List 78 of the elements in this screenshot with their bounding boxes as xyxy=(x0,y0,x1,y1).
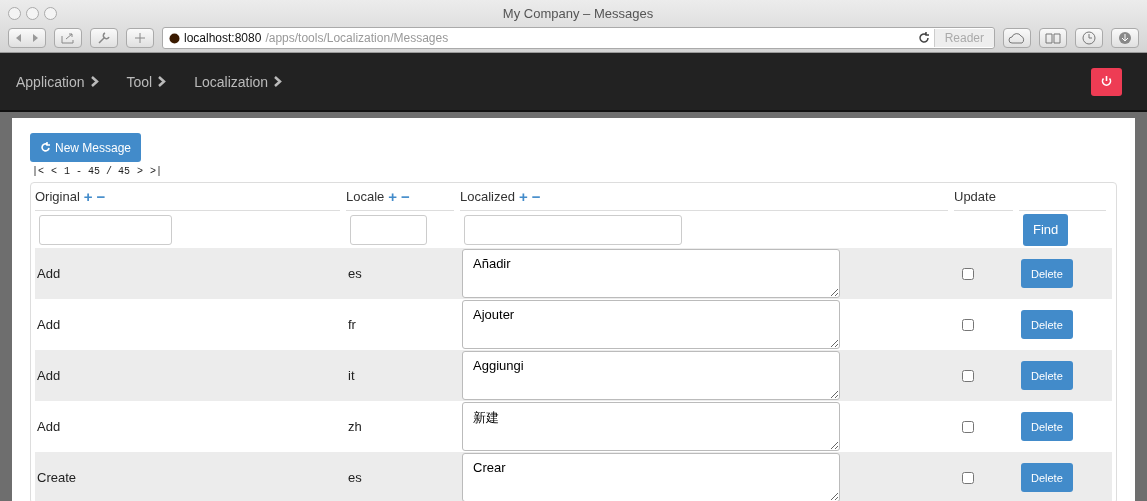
table-cell: Add xyxy=(37,266,61,281)
address-bar[interactable]: localhost:8080 /apps/tools/Localization/Messages Reader xyxy=(162,27,995,49)
url-host: localhost:8080 xyxy=(184,31,262,45)
power-button[interactable] xyxy=(1091,67,1122,96)
cloud-button[interactable] xyxy=(1003,28,1031,48)
translation-field[interactable]: Aggiungi xyxy=(462,351,840,400)
filter-field[interactable] xyxy=(39,214,172,245)
downloads-button[interactable] xyxy=(1111,28,1139,48)
breadcrumb-link[interactable]: Application xyxy=(16,73,99,90)
column-header: Update xyxy=(954,189,996,204)
delete-button[interactable]: Delete xyxy=(1021,259,1073,288)
pager-link[interactable]: 1 - 45 / 45 xyxy=(64,166,131,177)
sort-descending-link[interactable]: − xyxy=(531,188,541,205)
column-header: Localized xyxy=(460,189,515,204)
pager-link[interactable]: |< xyxy=(32,166,44,177)
update-checkbox[interactable] xyxy=(962,420,974,433)
update-checkbox[interactable] xyxy=(962,318,974,331)
update-checkbox[interactable] xyxy=(962,369,974,382)
sort-ascending-link[interactable]: + xyxy=(518,188,528,205)
pager-link[interactable]: > xyxy=(137,166,144,177)
delete-button[interactable]: Delete xyxy=(1021,361,1073,390)
refresh-icon xyxy=(40,142,51,153)
delete-button[interactable]: Delete xyxy=(1021,310,1073,339)
delete-button[interactable]: Delete xyxy=(1021,463,1073,492)
table-cell: Add xyxy=(37,419,61,434)
settings-button[interactable] xyxy=(90,28,118,48)
update-checkbox[interactable] xyxy=(962,267,974,280)
clock-icon xyxy=(1082,31,1096,45)
table-cell: fr xyxy=(348,317,356,332)
table-cell: Create xyxy=(37,470,77,485)
download-icon xyxy=(1118,31,1132,45)
translation-field[interactable]: 新建 xyxy=(462,402,840,451)
table-cell: zh xyxy=(348,419,362,434)
new-message-button[interactable]: New Message xyxy=(30,133,142,162)
reload-icon xyxy=(917,32,930,44)
translation-field[interactable]: Crear xyxy=(462,453,840,501)
share-button[interactable] xyxy=(54,28,82,48)
window-title: My Company – Messages xyxy=(502,5,654,21)
table-cell: it xyxy=(348,368,355,383)
window-control-button[interactable] xyxy=(26,6,39,20)
translation-field[interactable]: Añadir xyxy=(462,249,840,298)
sort-ascending-link[interactable]: + xyxy=(83,188,93,205)
bookmarks-button[interactable] xyxy=(1039,28,1067,48)
table-cell: Add xyxy=(37,368,61,383)
column-header: Locale xyxy=(346,189,385,204)
filter-field[interactable] xyxy=(350,214,427,245)
book-icon xyxy=(1045,32,1061,44)
chevron-icon xyxy=(158,76,167,87)
find-button[interactable]: Find xyxy=(1023,213,1069,246)
url-path: /apps/tools/Localization/Messages xyxy=(265,31,450,45)
pager-link[interactable]: >| xyxy=(150,166,163,177)
update-checkbox[interactable] xyxy=(962,471,974,484)
sort-ascending-link[interactable]: + xyxy=(388,188,398,205)
chevron-icon xyxy=(90,76,99,87)
chevron-icon xyxy=(274,76,283,87)
table-cell: es xyxy=(348,266,362,281)
add-tab-button[interactable] xyxy=(126,28,154,48)
pager-link[interactable]: < xyxy=(51,166,58,177)
translation-field[interactable]: Ajouter xyxy=(462,300,840,349)
history-button[interactable] xyxy=(1075,28,1103,48)
cloud-icon xyxy=(1008,32,1026,44)
column-header: Original xyxy=(35,189,80,204)
table-cell: Add xyxy=(37,317,61,332)
table-cell: es xyxy=(348,470,362,485)
wrench-icon xyxy=(98,32,110,44)
sort-descending-link[interactable]: − xyxy=(401,188,410,205)
power-icon xyxy=(1101,76,1112,87)
breadcrumb-link[interactable]: Tool xyxy=(126,73,167,90)
plus-icon xyxy=(135,33,145,43)
back-forward-button[interactable] xyxy=(8,28,46,48)
filter-field[interactable] xyxy=(464,214,682,245)
window-control-button[interactable] xyxy=(44,6,57,20)
breadcrumb-link[interactable]: Localization xyxy=(194,73,283,90)
window-control-button[interactable] xyxy=(8,6,21,20)
site-icon xyxy=(169,32,180,44)
sort-descending-link[interactable]: − xyxy=(96,188,106,205)
share-icon xyxy=(61,32,75,44)
delete-button[interactable]: Delete xyxy=(1021,412,1073,441)
